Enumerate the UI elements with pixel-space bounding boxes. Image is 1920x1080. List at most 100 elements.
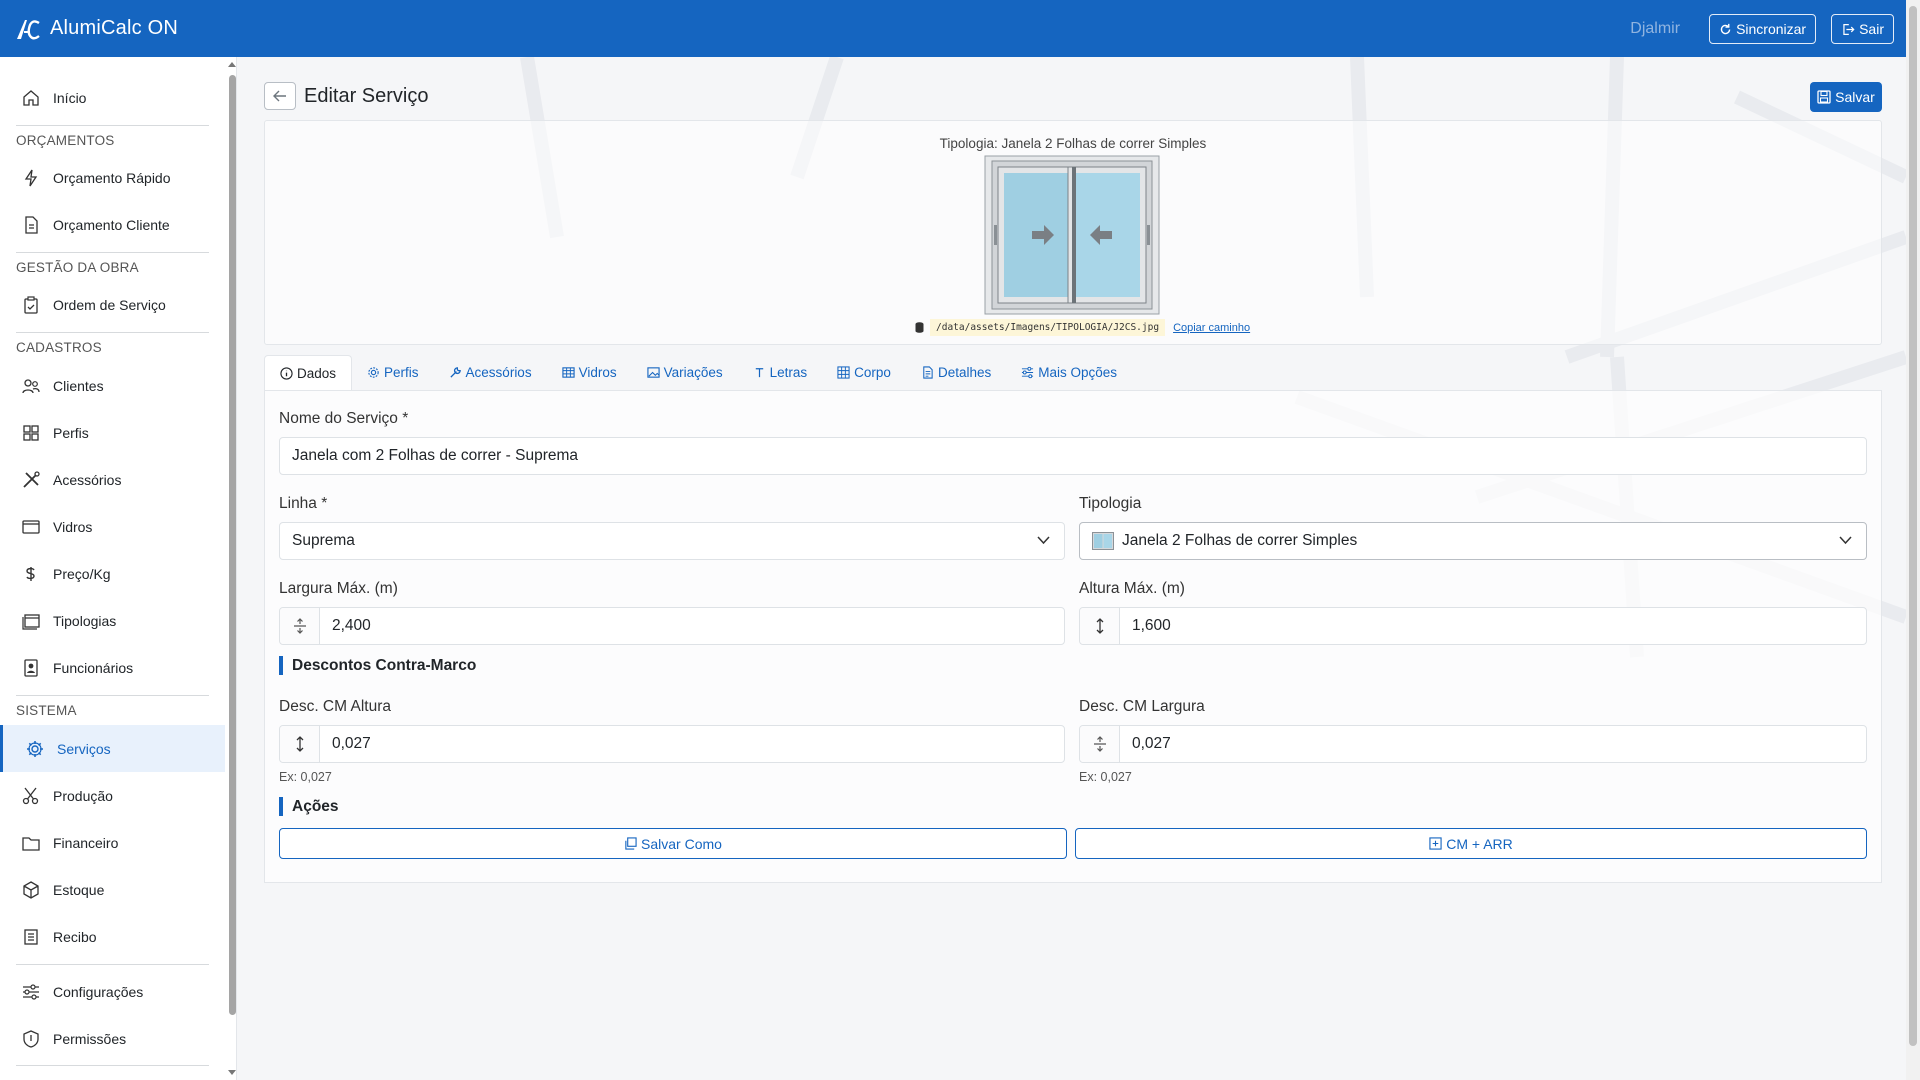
- typology-preview: Tipologia: Janela 2 Folhas de correr Sim…: [264, 120, 1882, 345]
- tab-label: Acessórios: [465, 365, 532, 380]
- tab-dados[interactable]: Dados: [264, 355, 353, 390]
- tab-label: Dados: [297, 365, 337, 381]
- sidebar-item-funcionarios[interactable]: Funcionários: [0, 644, 225, 691]
- type-icon: [755, 368, 763, 378]
- sidebar-item-label: Permissões: [53, 1030, 127, 1047]
- sidebar-item-configuracoes[interactable]: Configurações: [0, 968, 225, 1015]
- sidebar-item-clientes[interactable]: Clientes: [0, 362, 225, 409]
- sidebar-item-label: Serviços: [57, 740, 111, 757]
- tab-vidros[interactable]: Vidros: [547, 355, 632, 390]
- scissors-icon: [22, 787, 39, 804]
- acoes-section-title: Ações: [279, 797, 339, 816]
- desc-largura-label: Desc. CM Largura: [1079, 698, 1205, 715]
- badge-person-icon: [24, 658, 38, 677]
- tab-letras[interactable]: Letras: [738, 355, 823, 390]
- user-name[interactable]: Djalmir: [1630, 20, 1680, 38]
- altura-input[interactable]: 1,600: [1079, 607, 1867, 645]
- chevron-down-icon: [1037, 536, 1050, 545]
- tab-corpo[interactable]: Corpo: [822, 355, 906, 390]
- file-text-icon: [923, 366, 933, 379]
- sidebar-item-recibo[interactable]: Recibo: [0, 913, 225, 960]
- tab-acessorios[interactable]: Acessórios: [434, 355, 547, 390]
- logout-icon: [1843, 23, 1855, 35]
- sidebar-item-vidros[interactable]: Vidros: [0, 503, 225, 550]
- nome-servico-value: Janela com 2 Folhas de correr - Suprema: [292, 447, 579, 464]
- sidebar-divider: [16, 125, 209, 126]
- receipt-icon: [24, 928, 38, 945]
- arrow-left-icon: [273, 90, 286, 102]
- windows-stack-icon: [22, 613, 40, 630]
- sidebar: Início ORÇAMENTOS Orçamento Rápido Orçam…: [0, 57, 237, 1080]
- sidebar-item-label: Início: [53, 89, 87, 106]
- sidebar-item-orcamento-rapido[interactable]: Orçamento Rápido: [0, 154, 225, 201]
- page-scrollbar-thumb[interactable]: [1909, 6, 1917, 1046]
- sync-button[interactable]: Sincronizar: [1709, 14, 1817, 44]
- page-title: Editar Serviço: [304, 84, 429, 107]
- sidebar-scrollbar[interactable]: [227, 57, 237, 1080]
- tab-mais-opcoes[interactable]: Mais Opções: [1006, 355, 1132, 390]
- nome-servico-label: Nome do Serviço *: [279, 410, 409, 427]
- main-content: Editar Serviço Salvar Tipologia: Janela …: [237, 57, 1906, 1080]
- width-arrows-icon: [1080, 726, 1120, 762]
- chevron-down-icon: [1839, 536, 1852, 545]
- tab-perfis[interactable]: Perfis: [352, 355, 434, 390]
- brand[interactable]: AlumiCalc ON: [14, 15, 178, 43]
- sidebar-item-preco-kg[interactable]: Preço/Kg: [0, 550, 225, 597]
- sidebar-item-permissoes[interactable]: Permissões: [0, 1015, 225, 1062]
- cm-arr-button[interactable]: CM + ARR: [1075, 828, 1867, 859]
- gear-icon: [27, 740, 43, 757]
- sidebar-item-perfis[interactable]: Perfis: [0, 409, 225, 456]
- nome-servico-input[interactable]: Janela com 2 Folhas de correr - Suprema: [279, 437, 1867, 475]
- sidebar-item-acessorios[interactable]: Acessórios: [0, 456, 225, 503]
- sidebar-item-financeiro[interactable]: Financeiro: [0, 819, 225, 866]
- descontos-section-title: Descontos Contra-Marco: [279, 656, 476, 675]
- window-thumbnail-icon: [1092, 532, 1114, 550]
- sidebar-item-inicio[interactable]: Início: [0, 74, 225, 121]
- brand-logo-icon: [17, 19, 40, 39]
- tab-bar: Dados Perfis Acessórios Vidros Variações…: [264, 355, 1882, 390]
- folder-icon: [22, 836, 40, 851]
- tab-label: Variações: [663, 365, 723, 380]
- page-scrollbar[interactable]: [1906, 0, 1920, 1080]
- sidebar-item-ordem-servico[interactable]: Ordem de Serviço: [0, 281, 225, 328]
- floppy-disk-icon: [1817, 90, 1831, 104]
- height-arrows-icon: [1080, 608, 1120, 644]
- sidebar-item-producao[interactable]: Produção: [0, 772, 225, 819]
- sidebar-item-servicos[interactable]: Serviços: [0, 725, 225, 772]
- gear-icon: [368, 367, 379, 378]
- tab-label: Vidros: [578, 365, 617, 380]
- sidebar-item-label: Funcionários: [53, 659, 134, 676]
- save-button[interactable]: Salvar: [1810, 82, 1882, 112]
- copy-path-link[interactable]: Copiar caminho: [1173, 322, 1250, 334]
- tipologia-select[interactable]: Janela 2 Folhas de correr Simples: [1079, 522, 1867, 560]
- desc-altura-label: Desc. CM Altura: [279, 698, 391, 715]
- exit-button[interactable]: Sair: [1831, 14, 1894, 44]
- linha-select[interactable]: Suprema: [279, 522, 1065, 560]
- tab-detalhes[interactable]: Detalhes: [906, 355, 1006, 390]
- document-icon: [25, 215, 38, 234]
- back-button[interactable]: [264, 82, 296, 110]
- save-as-button[interactable]: Salvar Como: [279, 828, 1067, 859]
- largura-value: 2,400: [332, 617, 371, 634]
- sidebar-item-label: Clientes: [53, 377, 104, 394]
- sidebar-item-label: Ordem de Serviço: [53, 296, 166, 313]
- sliders-icon: [1022, 366, 1034, 379]
- sidebar-scrollbar-thumb[interactable]: [229, 75, 236, 1015]
- sidebar-item-label: Configurações: [53, 983, 144, 1000]
- app-title: AlumiCalc ON: [50, 17, 178, 39]
- sidebar-scroll-down-icon[interactable]: [228, 1070, 236, 1075]
- people-icon: [22, 378, 40, 393]
- window-icon: [22, 519, 40, 534]
- desc-altura-input[interactable]: 0,027: [279, 725, 1065, 763]
- sidebar-divider: [16, 1065, 209, 1066]
- tab-variacoes[interactable]: Variações: [632, 355, 738, 390]
- largura-input[interactable]: 2,400: [279, 607, 1065, 645]
- desc-largura-input[interactable]: 0,027: [1079, 725, 1867, 763]
- sidebar-item-label: Produção: [53, 787, 113, 804]
- linha-value: Suprema: [292, 532, 355, 549]
- home-icon: [23, 89, 39, 106]
- sidebar-item-tipologias[interactable]: Tipologias: [0, 597, 225, 644]
- sidebar-item-orcamento-cliente[interactable]: Orçamento Cliente: [0, 201, 225, 248]
- sidebar-item-estoque[interactable]: Estoque: [0, 866, 225, 913]
- typology-caption: Tipologia: Janela 2 Folhas de correr Sim…: [939, 136, 1207, 151]
